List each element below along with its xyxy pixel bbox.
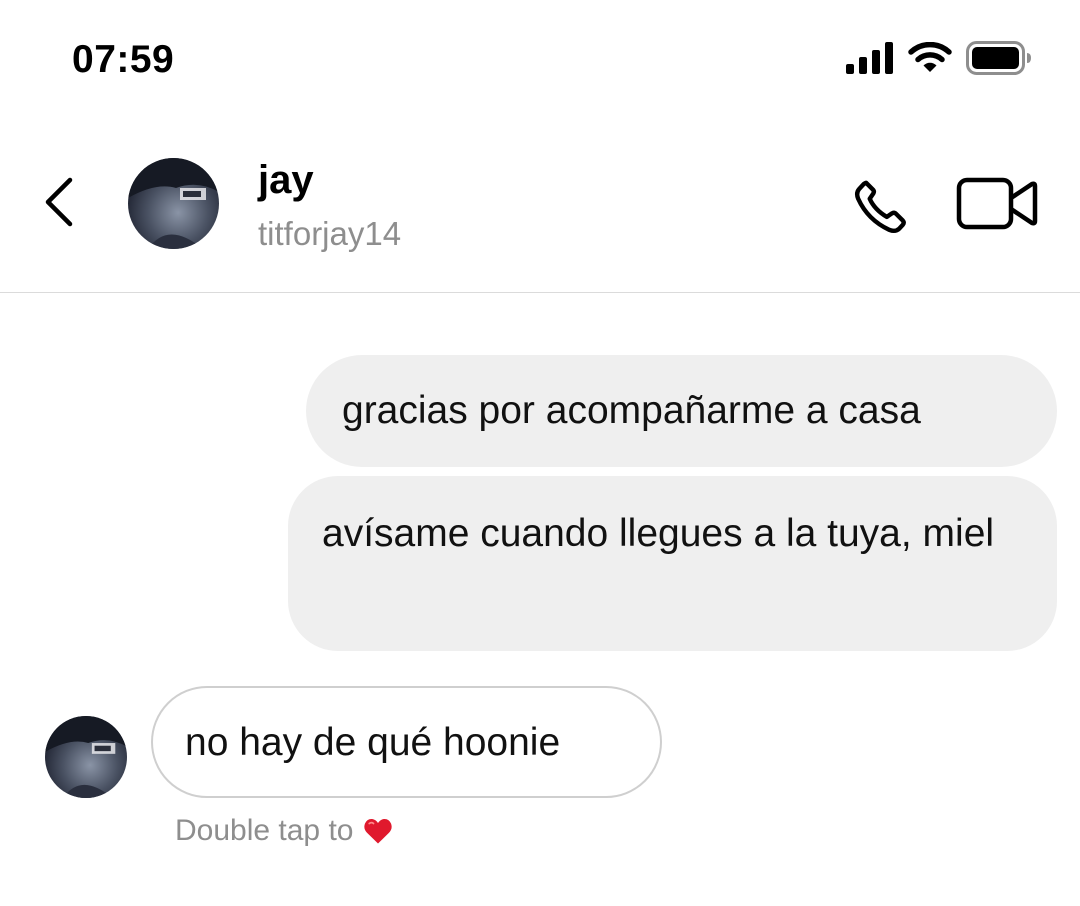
status-icons xyxy=(846,38,1032,78)
audio-call-button[interactable] xyxy=(848,174,914,240)
cellular-signal-icon xyxy=(846,42,893,74)
chat-header: jay titforjay14 xyxy=(0,130,1080,293)
status-time: 07:59 xyxy=(72,38,175,81)
back-button[interactable] xyxy=(38,170,82,234)
heart-icon xyxy=(364,818,393,844)
received-message-bubble[interactable]: no hay de qué hoonie xyxy=(151,686,662,798)
sent-message-bubble[interactable]: avísame cuando llegues a la tuya, miel xyxy=(288,476,1057,651)
double-tap-label: Double tap to xyxy=(175,814,354,847)
phone-icon xyxy=(854,180,906,234)
chevron-left-icon xyxy=(45,177,73,227)
video-camera-icon xyxy=(956,177,1038,230)
sender-avatar[interactable] xyxy=(45,716,127,798)
contact-name[interactable]: jay xyxy=(258,156,314,204)
wifi-icon xyxy=(908,42,952,72)
contact-username[interactable]: titforjay14 xyxy=(258,214,401,254)
battery-icon xyxy=(966,41,1031,75)
sent-message-bubble[interactable]: gracias por acompañarme a casa xyxy=(306,355,1057,467)
video-call-button[interactable] xyxy=(956,176,1038,232)
double-tap-hint: Double tap to xyxy=(175,812,393,850)
contact-avatar[interactable] xyxy=(128,158,219,249)
